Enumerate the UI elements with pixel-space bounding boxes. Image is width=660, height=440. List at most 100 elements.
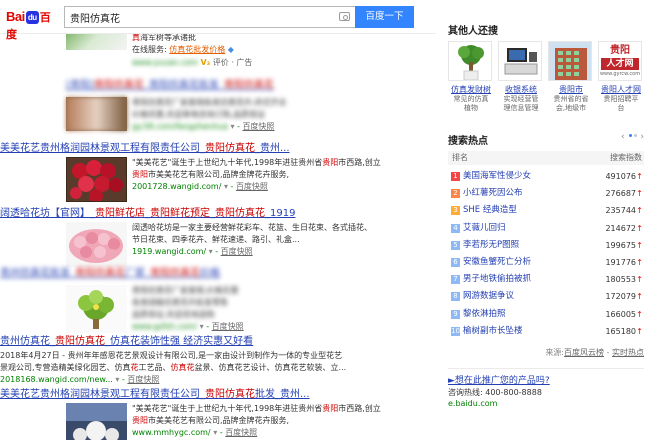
- hot-search-columns: 排名 搜索指数: [448, 151, 644, 165]
- snapshot-link[interactable]: 百度快照: [236, 182, 268, 191]
- related-card-2[interactable]: 收银系统 实现经营管 理信息管理: [498, 41, 544, 113]
- search-result-4: 美美花艺贵州格润园林景观工程有限责任公司_贵阳仿真花批发_贵州... "美美花艺…: [0, 388, 426, 440]
- search-index: 276687: [605, 189, 636, 199]
- search-result-blurred-2: 贵州仿真花批发_贵阳仿真花厂家_贵阳仿真花价格 贵阳仿真花厂家直销,价格实惠 各…: [0, 267, 426, 333]
- rank-badge: 9: [451, 309, 460, 319]
- rank-badge: 1: [451, 172, 460, 181]
- money-tree-image: [448, 41, 492, 81]
- hot-search-link[interactable]: SHE 经典造型: [463, 202, 517, 219]
- result-title[interactable]: 阔透哈花坊【官网】_贵阳鲜花店_贵阳鲜花预定_贵阳仿真花_1919: [0, 207, 360, 220]
- result-thumbnail[interactable]: [66, 222, 127, 267]
- paw-icon: du: [25, 11, 39, 24]
- arrow-up-icon: ↑: [636, 258, 643, 267]
- hot-search-item[interactable]: 7 男子地铁偷拍被抓 180553 ↑: [448, 271, 644, 288]
- result-title[interactable]: 贵州仿真花_贵阳仿真花_仿真花装饰性强 经济实惠又好看: [0, 335, 360, 348]
- search-index: 491076: [605, 172, 636, 181]
- hot-search-link[interactable]: 小红薯死因公布: [463, 185, 523, 202]
- search-input[interactable]: [70, 10, 330, 25]
- hot-search-item[interactable]: 2 小红薯死因公布 276687 ↑: [448, 185, 644, 202]
- hot-search-item[interactable]: 5 李若彤无P图照 199675 ↑: [448, 237, 644, 254]
- arrow-up-icon: ↑: [636, 309, 643, 319]
- result-thumbnail[interactable]: [66, 97, 127, 131]
- search-result-blurred-1: [贵阳]贵阳仿真花_贵阳仿真花批发_贵阳仿真花 贵阳仿真花厂家直销各类仿真花卉,…: [66, 79, 426, 131]
- hot-search-link[interactable]: 男子地铁偷拍被抓: [463, 271, 531, 288]
- hot-search-item[interactable]: 9 黎依淋拍照 166005 ↑: [448, 306, 644, 323]
- result-thumbnail[interactable]: [66, 285, 127, 333]
- carousel-nav: ‹ ›: [621, 132, 644, 142]
- rank-badge: 2: [451, 189, 460, 199]
- promo-domain[interactable]: e.baidu.com: [448, 398, 644, 409]
- rank-badge: 5: [451, 240, 460, 250]
- search-result-1: 美美花艺贵州格润园林景观工程有限责任公司_贵阳仿真花_贵州... "美美花艺"诞…: [0, 142, 426, 203]
- realtime-hot-link[interactable]: 实时热点: [612, 348, 644, 357]
- result-title[interactable]: [贵阳]贵阳仿真花_贵阳仿真花批发_贵阳仿真花: [66, 79, 426, 92]
- chevron-left-icon[interactable]: ‹: [621, 132, 625, 142]
- ad-thumbnail[interactable]: [66, 34, 127, 50]
- ad-rating-link[interactable]: 评价 · 广告: [213, 58, 253, 67]
- city-building-image: [548, 41, 592, 81]
- result-thumbnail[interactable]: [65, 156, 128, 203]
- hot-search-link[interactable]: 黎依淋拍照: [463, 306, 506, 323]
- rank-badge: 7: [451, 275, 460, 285]
- result-thumbnail[interactable]: [66, 403, 127, 440]
- snapshot-link[interactable]: 百度快照: [225, 428, 257, 437]
- search-box: [64, 6, 355, 28]
- green-plant-image: [66, 285, 127, 333]
- result-title[interactable]: 美美花艺贵州格润园林景观工程有限责任公司_贵阳仿真花_贵州...: [0, 142, 360, 155]
- snapshot-link[interactable]: 百度快照: [212, 322, 244, 331]
- results-column: 真海军树等承诸批 在线服务: 仿真花批发价格 ◆ www.yuuan.com V…: [0, 34, 430, 440]
- carousel-dot[interactable]: [633, 134, 637, 137]
- fengyun-link[interactable]: 百度风云榜: [564, 348, 604, 357]
- search-index: 191776: [605, 258, 636, 267]
- hot-search-item[interactable]: 4 艾薇儿回归 214672 ↑: [448, 220, 644, 237]
- related-card-4[interactable]: 贵阳 人才网 www.gyrcw.com 贵阳人才网 贵阳招聘平 台: [598, 41, 644, 113]
- search-button[interactable]: 百度一下: [355, 6, 414, 28]
- rank-badge: 3: [451, 206, 460, 216]
- result-title[interactable]: 贵州仿真花批发_贵阳仿真花厂家_贵阳仿真花价格: [0, 267, 360, 280]
- cash-register-image: [498, 41, 542, 81]
- ad-service-link[interactable]: 仿真花批发价格: [169, 45, 225, 54]
- hot-search-link[interactable]: 李若彤无P图照: [463, 237, 519, 254]
- promo-link[interactable]: ►想在此推广您的产品吗?: [448, 376, 644, 387]
- arrow-up-icon: ↑: [636, 223, 643, 233]
- promo-box: ►想在此推广您的产品吗? 咨询热线: 400-800-8888 e.baidu.…: [448, 376, 644, 409]
- diamond-icon: ◆: [227, 45, 234, 54]
- search-result-2: 阔透哈花坊【官网】_贵阳鲜花店_贵阳鲜花预定_贵阳仿真花_1919 阔透哈花坊是…: [0, 207, 426, 267]
- baidu-logo[interactable]: Bai du 百度: [6, 9, 60, 41]
- related-card-3[interactable]: 贵阳市 贵州省的省 会,地级市: [548, 41, 594, 113]
- divider: [448, 368, 644, 369]
- red-roses-image: [65, 156, 128, 203]
- hot-search-item[interactable]: 1 美国海军性侵少女 491076 ↑: [448, 168, 644, 185]
- search-index: 166005: [605, 309, 636, 319]
- hot-search-item[interactable]: 10 榆树副市长坠楼 165180 ↑: [448, 323, 644, 340]
- hot-search-link[interactable]: 艾薇儿回归: [463, 220, 506, 237]
- snapshot-link[interactable]: 百度快照: [127, 375, 159, 384]
- hot-search-item[interactable]: 8 网游数据争议 172079 ↑: [448, 288, 644, 305]
- snapshot-link[interactable]: 百度快照: [242, 122, 274, 131]
- hot-search-title: 搜索热点 ‹ ›: [448, 132, 644, 147]
- search-index: 199675: [605, 240, 636, 250]
- arrow-up-icon: ↑: [636, 275, 643, 285]
- search-result-3: 贵州仿真花_贵阳仿真花_仿真花装饰性强 经济实惠又好看 2018年4月27日 -…: [0, 335, 426, 386]
- rank-badge: 10: [451, 326, 460, 336]
- hot-search-link[interactable]: 美国海军性侵少女: [463, 168, 531, 185]
- hot-search-item[interactable]: 6 安徽鱼蟹死亡分析 191776 ↑: [448, 254, 644, 271]
- search-index: 180553: [605, 275, 636, 285]
- rank-badge: 4: [451, 223, 460, 233]
- chevron-right-icon[interactable]: ›: [640, 132, 644, 142]
- camera-icon[interactable]: [339, 12, 350, 21]
- hot-search-link[interactable]: 网游数据争议: [463, 288, 514, 305]
- result-title[interactable]: 美美花艺贵州格润园林景观工程有限责任公司_贵阳仿真花批发_贵州...: [0, 388, 360, 401]
- snapshot-link[interactable]: 百度快照: [221, 247, 253, 256]
- rank-badge: 8: [451, 292, 460, 302]
- arrow-up-icon: ↑: [636, 172, 643, 181]
- related-card-1[interactable]: 仿真发财树 常见的仿真 植物: [448, 41, 494, 113]
- carousel-dot[interactable]: [628, 134, 632, 137]
- hot-search-link[interactable]: 榆树副市长坠楼: [463, 323, 523, 340]
- hot-search-link[interactable]: 安徽鱼蟹死亡分析: [463, 254, 531, 271]
- arrow-up-icon: ↑: [636, 206, 643, 216]
- hot-search-source: 来源:百度风云榜 - 实时热点: [545, 348, 644, 357]
- hot-search-item[interactable]: 3 SHE 经典造型 235744 ↑: [448, 202, 644, 219]
- search-index: 172079: [605, 292, 636, 302]
- arrow-up-icon: ↑: [636, 240, 643, 250]
